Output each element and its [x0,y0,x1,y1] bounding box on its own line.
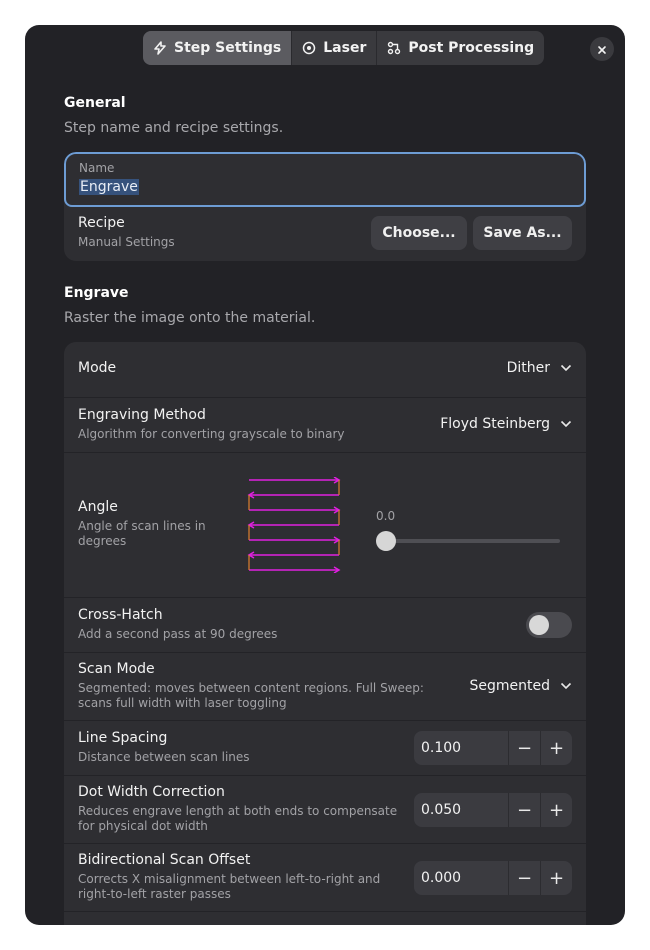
engraving-method-row[interactable]: Engraving Method Algorithm for convertin… [64,397,586,452]
scan-mode-title: Scan Mode [78,661,155,677]
engrave-card: Mode Dither Engraving Method Algorithm f… [64,342,586,925]
tab-step-settings-label: Step Settings [174,40,282,56]
line-spacing-subtitle: Distance between scan lines [78,750,250,764]
scan-mode-subtitle: Segmented: moves between content regions… [78,681,424,710]
increment-button[interactable]: + [540,793,572,827]
scan-mode-value: Segmented [469,678,551,694]
workflow-icon [387,41,401,55]
chevron-down-icon [560,360,572,376]
close-icon [597,40,607,59]
target-icon [302,41,316,55]
bidirectional-offset-spinbutton: 0.000 − + [414,861,572,895]
mode-title: Mode [78,360,117,376]
close-button[interactable] [590,37,614,61]
toggle-knob [529,615,549,635]
bidirectional-offset-value[interactable]: 0.000 [414,870,508,886]
cross-hatch-toggle[interactable] [526,612,572,638]
line-spacing-row: Line Spacing Distance between scan lines… [64,720,586,775]
general-card: Name Engrave Recipe Manual Settings Choo… [64,152,586,261]
chevron-down-icon [560,678,572,694]
line-spacing-value[interactable]: 0.100 [414,740,508,756]
dot-width-title: Dot Width Correction [78,784,225,800]
increment-button[interactable]: + [540,861,572,895]
general-title: General [64,95,126,111]
scan-lines-preview [247,477,341,573]
mode-row[interactable]: Mode Dither [64,342,586,397]
chevron-down-icon [560,416,572,432]
angle-slider-value: 0.0 [376,509,396,523]
name-field-value[interactable]: Engrave [79,179,139,195]
dot-width-row: Dot Width Correction Reduces engrave len… [64,775,586,843]
tab-laser[interactable]: Laser [292,31,378,65]
line-spacing-title: Line Spacing [78,730,168,746]
next-row-clipped [64,911,586,925]
dot-width-subtitle: Reduces engrave length at both ends to c… [78,804,398,833]
bidirectional-offset-title: Bidirectional Scan Offset [78,852,251,868]
tab-step-settings[interactable]: Step Settings [143,31,293,65]
tab-post-processing[interactable]: Post Processing [377,31,544,65]
recipe-title: Recipe [78,215,125,231]
engraving-method-subtitle: Algorithm for converting grayscale to bi… [78,427,345,441]
decrement-button[interactable]: − [508,793,540,827]
angle-title: Angle [78,499,118,515]
engraving-method-value: Floyd Steinberg [440,416,550,432]
cross-hatch-title: Cross-Hatch [78,607,163,623]
bidirectional-offset-row: Bidirectional Scan Offset Corrects X mis… [64,843,586,911]
dot-width-spinbutton: 0.050 − + [414,793,572,827]
recipe-subtitle: Manual Settings [78,235,175,249]
bidirectional-offset-subtitle: Corrects X misalignment between left-to-… [78,872,381,901]
recipe-row: Recipe Manual Settings Choose... Save As… [64,207,586,261]
angle-slider-track[interactable] [376,539,560,543]
cross-hatch-row: Cross-Hatch Add a second pass at 90 degr… [64,597,586,652]
save-as-button[interactable]: Save As... [473,216,572,250]
general-subtitle: Step name and recipe settings. [64,120,284,136]
dot-width-value[interactable]: 0.050 [414,802,508,818]
mode-dropdown[interactable]: Dither [507,360,572,376]
engrave-title: Engrave [64,285,129,301]
scan-mode-dropdown[interactable]: Segmented [470,678,573,694]
decrement-button[interactable]: − [508,861,540,895]
angle-row: Angle Angle of scan lines in degrees 0.0 [64,452,586,597]
engraving-method-dropdown[interactable]: Floyd Steinberg [440,416,572,432]
engrave-subtitle: Raster the image onto the material. [64,310,316,326]
mode-value: Dither [506,360,550,376]
engraving-method-title: Engraving Method [78,407,206,423]
increment-button[interactable]: + [540,731,572,765]
angle-slider-handle[interactable] [376,531,396,551]
name-field-label: Name [79,161,115,175]
view-switcher: Step Settings Laser Post Processing [143,31,545,65]
bolt-icon [153,41,167,55]
scan-mode-row[interactable]: Scan Mode Segmented: moves between conte… [64,652,586,720]
tab-post-processing-label: Post Processing [408,40,535,56]
name-field[interactable]: Name Engrave [64,152,586,207]
choose-button[interactable]: Choose... [371,216,467,250]
angle-subtitle: Angle of scan lines in degrees [78,519,206,548]
tab-laser-label: Laser [323,40,367,56]
decrement-button[interactable]: − [508,731,540,765]
line-spacing-spinbutton: 0.100 − + [414,731,572,765]
cross-hatch-subtitle: Add a second pass at 90 degrees [78,627,278,641]
settings-window: Step Settings Laser Post Processing Gene… [25,25,625,925]
